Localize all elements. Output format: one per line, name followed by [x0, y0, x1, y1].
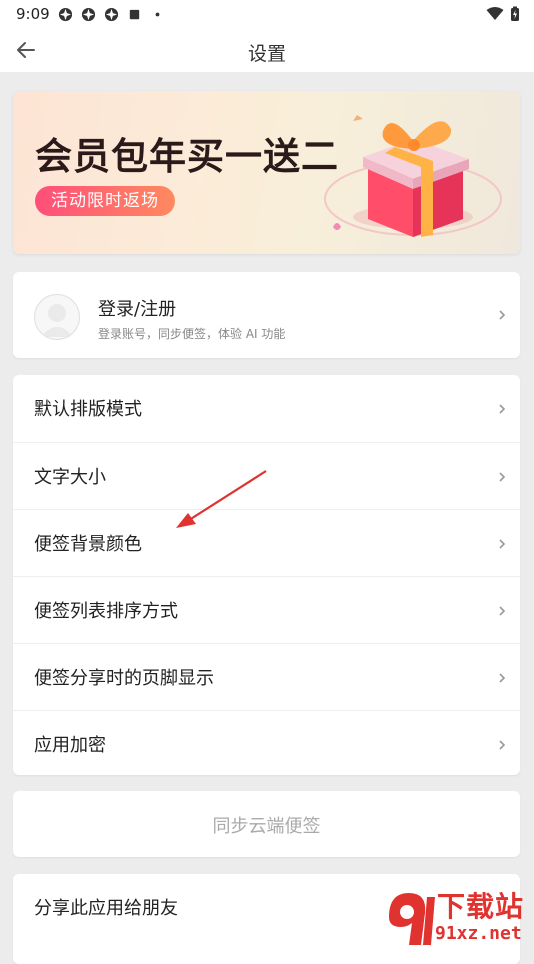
settings-item-note-background-color[interactable]: 便签背景颜色: [13, 509, 520, 577]
chevron-right-icon: [499, 673, 506, 683]
banner-pill: 活动限时返场: [35, 186, 175, 216]
notification-icons: [58, 7, 165, 22]
square-notification-icon: [129, 9, 140, 20]
app-notification-icon: [104, 7, 119, 22]
sync-cloud-button[interactable]: 同步云端便签: [13, 791, 520, 857]
page-title: 设置: [247, 43, 286, 65]
login-title: 登录/注册: [98, 299, 177, 320]
settings-item-share-footer[interactable]: 便签分享时的页脚显示: [13, 643, 520, 711]
avatar: [34, 294, 80, 340]
chevron-right-icon: [499, 310, 506, 320]
settings-item-app-lock[interactable]: 应用加密: [13, 710, 520, 778]
chevron-right-icon: [499, 606, 506, 616]
settings-item-label: 便签列表排序方式: [34, 601, 178, 622]
wifi-icon: [486, 7, 504, 20]
more-dot-icon: [155, 12, 160, 17]
chevron-right-icon: [499, 539, 506, 549]
settings-item-label: 默认排版模式: [34, 399, 142, 420]
watermark-brand: 下载站: [437, 890, 525, 923]
banner-title: 会员包年买一送二: [35, 135, 339, 178]
settings-item-label: 应用加密: [34, 735, 106, 756]
settings-item-label: 文字大小: [34, 467, 106, 488]
watermark-logo: 下载站 91xz.net: [385, 885, 534, 950]
chevron-right-icon: [499, 404, 506, 414]
status-time: 9:09: [16, 5, 50, 23]
settings-item-label: 便签分享时的页脚显示: [34, 668, 214, 689]
settings-item-font-size[interactable]: 文字大小: [13, 442, 520, 510]
login-card[interactable]: 登录/注册 登录账号，同步便签，体验 AI 功能: [13, 272, 520, 358]
watermark-91-icon: [389, 893, 435, 945]
settings-item-layout-mode[interactable]: 默认排版模式: [13, 375, 520, 442]
settings-item-sort-order[interactable]: 便签列表排序方式: [13, 576, 520, 644]
battery-icon: [511, 6, 519, 21]
settings-item-label: 便签背景颜色: [34, 534, 142, 555]
sync-cloud-label: 同步云端便签: [212, 816, 321, 837]
settings-list: 默认排版模式 文字大小 便签背景颜色 便签列表排序方式 便签分享时的页脚显示 应…: [13, 375, 520, 775]
status-bar: 9:09: [0, 0, 534, 28]
promo-banner[interactable]: 会员包年买一送二 活动限时返场: [13, 91, 520, 254]
user-avatar-icon: [41, 304, 73, 337]
watermark-url: 91xz.net: [435, 923, 522, 944]
gift-box-icon: [324, 115, 502, 237]
share-app-label: 分享此应用给朋友: [34, 898, 178, 919]
chevron-right-icon: [499, 740, 506, 750]
app-header: 设置: [0, 28, 534, 72]
app-notification-icon: [81, 7, 96, 22]
app-notification-icon: [58, 7, 73, 22]
system-icons: [486, 6, 520, 22]
chevron-right-icon: [499, 472, 506, 482]
login-subtitle: 登录账号，同步便签，体验 AI 功能: [98, 327, 286, 341]
